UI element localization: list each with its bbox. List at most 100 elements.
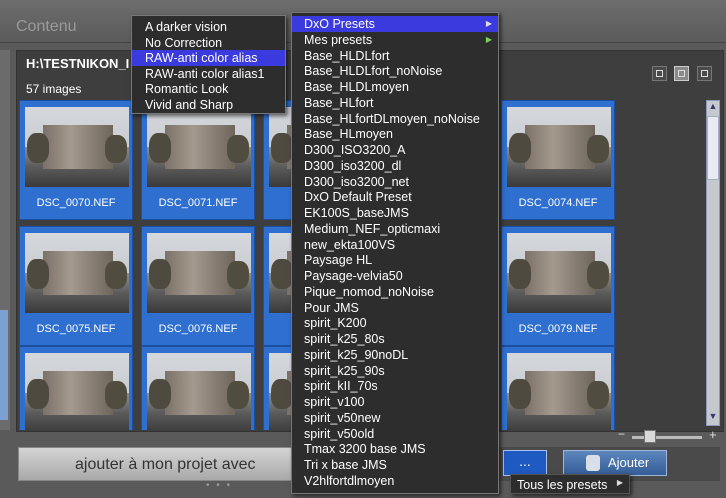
preset-menu-item[interactable]: spirit_kII_70s <box>292 378 498 394</box>
preset-menu-label: Paysage HL <box>304 253 373 268</box>
preset-menu-item[interactable]: Pour JMS <box>292 300 498 316</box>
preset-menu-item[interactable]: new_ekta100VS <box>292 237 498 253</box>
thumbnail[interactable]: DSC_0070.NEF <box>19 100 133 220</box>
scrollbar-thumb[interactable] <box>707 116 719 180</box>
scroll-down-icon[interactable]: ▼ <box>707 411 719 421</box>
thumbnail[interactable]: DSC_0074.NEF <box>501 100 615 220</box>
preset-menu-item[interactable]: Base_HLmoyen <box>292 126 498 142</box>
preset-menu-label: Base_HLDLfort <box>304 48 390 63</box>
preset-menu-label: spirit_k25_80s <box>304 332 385 346</box>
preset-menu-label: spirit_v50old <box>304 426 375 441</box>
preset-menu-label: Tri x base JMS <box>304 458 387 472</box>
preset-menu-label: D300_iso3200_dl <box>304 158 402 173</box>
submenu-item[interactable]: A darker vision <box>132 19 285 35</box>
zoom-slider-track[interactable] <box>632 436 702 439</box>
preset-menu-label: DxO Presets <box>304 17 375 31</box>
preset-menu-label: EK100S_baseJMS <box>304 206 409 220</box>
presets-menu: DxO Presets ▶ Mes presets ▶ Base_HLDLfort Bas… <box>291 12 499 494</box>
grid-large-icon[interactable] <box>674 66 689 81</box>
thumbnail-image <box>25 107 129 187</box>
preset-menu-item[interactable]: Base_HLDLmoyen <box>292 79 498 95</box>
submenu-arrow-icon: ▶ <box>616 478 623 487</box>
preset-menu-item[interactable]: spirit_k25_90s <box>292 363 498 379</box>
all-presets-item[interactable]: Tous les presets ▶ <box>511 477 629 493</box>
preset-menu-label: spirit_kII_70s <box>304 379 378 394</box>
thumbnail-filename: DSC_0075.NEF <box>36 323 116 335</box>
preset-menu-label: spirit_k25_90noDL <box>304 347 409 362</box>
preset-menu-item[interactable]: spirit_v100 <box>292 394 498 410</box>
submenu-arrow-icon: ▶ <box>485 19 492 28</box>
preset-menu-item[interactable]: Tri x base JMS <box>292 457 498 473</box>
preset-menu-label: Base_HLmoyen <box>304 127 393 142</box>
submenu-item[interactable]: No Correction <box>132 35 285 51</box>
preset-menu-item[interactable]: Base_HLDLfort <box>292 48 498 64</box>
resize-grip[interactable]: • • • <box>206 480 232 491</box>
preset-menu-item[interactable]: spirit_v50old <box>292 426 498 442</box>
preset-menu-item[interactable]: D300_iso3200_net <box>292 174 498 190</box>
preset-menu-item[interactable]: Paysage-velvia50 <box>292 268 498 284</box>
preset-menu-label: Base_HLfort <box>304 95 374 110</box>
preset-menu-label: Medium_NEF_opticmaxi <box>304 221 441 236</box>
browse-presets-button[interactable]: ... <box>503 450 547 476</box>
thumbnail[interactable]: DSC_0071.NEF <box>141 100 255 220</box>
all-presets-label: Tous les presets <box>517 478 608 492</box>
folder-path: H:\TESTNIKON_I <box>26 56 130 71</box>
preset-menu-item[interactable]: spirit_k25_90noDL <box>292 347 498 363</box>
thumbnail[interactable]: DSC_0076.NEF <box>141 226 255 346</box>
preset-menu-item[interactable]: Base_HLfortDLmoyen_noNoise <box>292 111 498 127</box>
left-scrollbar[interactable] <box>0 310 8 420</box>
scroll-up-icon[interactable]: ▲ <box>707 101 719 111</box>
preset-menu-label: Tmax 3200 base JMS <box>304 442 426 457</box>
thumbnail[interactable]: DSC_0075.NEF <box>19 226 133 346</box>
thumbnail-image <box>507 107 611 187</box>
thumbnail-filename: DSC_0079.NEF <box>518 323 598 335</box>
zoom-slider-handle[interactable] <box>644 430 656 443</box>
thumbnail-image <box>25 353 129 430</box>
preset-menu-label: Pour JMS <box>304 300 359 315</box>
thumbnail-filename: DSC_0071.NEF <box>158 197 238 209</box>
preset-menu-label: Paysage-velvia50 <box>304 269 403 283</box>
submenu-item[interactable]: RAW-anti color alias <box>132 50 285 67</box>
thumbnail-filename: DSC_0076.NEF <box>158 323 238 335</box>
all-presets-menu: Tous les presets ▶ <box>510 474 630 494</box>
preset-menu-item[interactable]: spirit_k25_80s <box>292 331 498 347</box>
preset-menu-item[interactable]: DxO Default Preset <box>292 189 498 205</box>
add-button[interactable]: Ajouter <box>563 450 667 476</box>
thumbnail-image <box>147 353 251 430</box>
preset-menu-item[interactable]: D300_iso3200_dl <box>292 158 498 174</box>
preset-menu-label: V2hlfortdlmoyen <box>304 473 395 488</box>
grid-small-icon[interactable] <box>652 66 667 81</box>
preset-menu-label: spirit_v100 <box>304 395 365 409</box>
preset-menu-item[interactable]: D300_ISO3200_A <box>292 142 498 158</box>
thumbnail-image <box>147 233 251 313</box>
preset-menu-item[interactable]: spirit_K200 <box>292 315 498 331</box>
thumbnail-image <box>147 107 251 187</box>
preset-menu-item[interactable]: DxO Presets ▶ <box>292 16 498 32</box>
preset-menu-item[interactable]: Pique_nomod_noNoise <box>292 284 498 300</box>
preset-menu-item[interactable]: Tmax 3200 base JMS <box>292 441 498 457</box>
preset-menu-item[interactable]: Medium_NEF_opticmaxi <box>292 221 498 237</box>
zoom-in-icon[interactable]: + <box>709 427 717 442</box>
preset-menu-item[interactable]: Base_HLfort <box>292 95 498 111</box>
panel-title: Contenu <box>16 18 77 35</box>
preset-menu-label: D300_ISO3200_A <box>304 143 406 157</box>
submenu-item[interactable]: RAW-anti color alias1 <box>132 66 285 82</box>
preset-menu-item[interactable]: Mes presets ▶ <box>292 32 498 48</box>
thumbnail[interactable]: DSC_0079.NEF <box>501 226 615 346</box>
preset-menu-item[interactable]: spirit_v50new <box>292 410 498 426</box>
list-view-icon[interactable] <box>697 66 712 81</box>
preset-menu-item[interactable]: EK100S_baseJMS <box>292 205 498 221</box>
zoom-out-icon[interactable]: − <box>618 427 625 441</box>
preset-menu-item[interactable]: Base_HLDLfort_noNoise <box>292 63 498 79</box>
preset-menu-label: Pique_nomod_noNoise <box>304 284 434 299</box>
preset-menu-label: spirit_k25_90s <box>304 363 385 378</box>
preset-menu-item[interactable]: Paysage HL <box>292 252 498 268</box>
preset-menu-item[interactable]: V2hlfortdlmoyen <box>292 473 498 489</box>
thumbnail[interactable] <box>501 346 615 430</box>
submenu-arrow-icon: ▶ <box>485 34 492 44</box>
preset-menu-label: Base_HLfortDLmoyen_noNoise <box>304 111 480 126</box>
submenu-item[interactable]: Romantic Look <box>132 81 285 97</box>
submenu-item[interactable]: Vivid and Sharp <box>132 97 285 113</box>
thumbnail[interactable] <box>141 346 255 430</box>
thumbnail[interactable] <box>19 346 133 430</box>
